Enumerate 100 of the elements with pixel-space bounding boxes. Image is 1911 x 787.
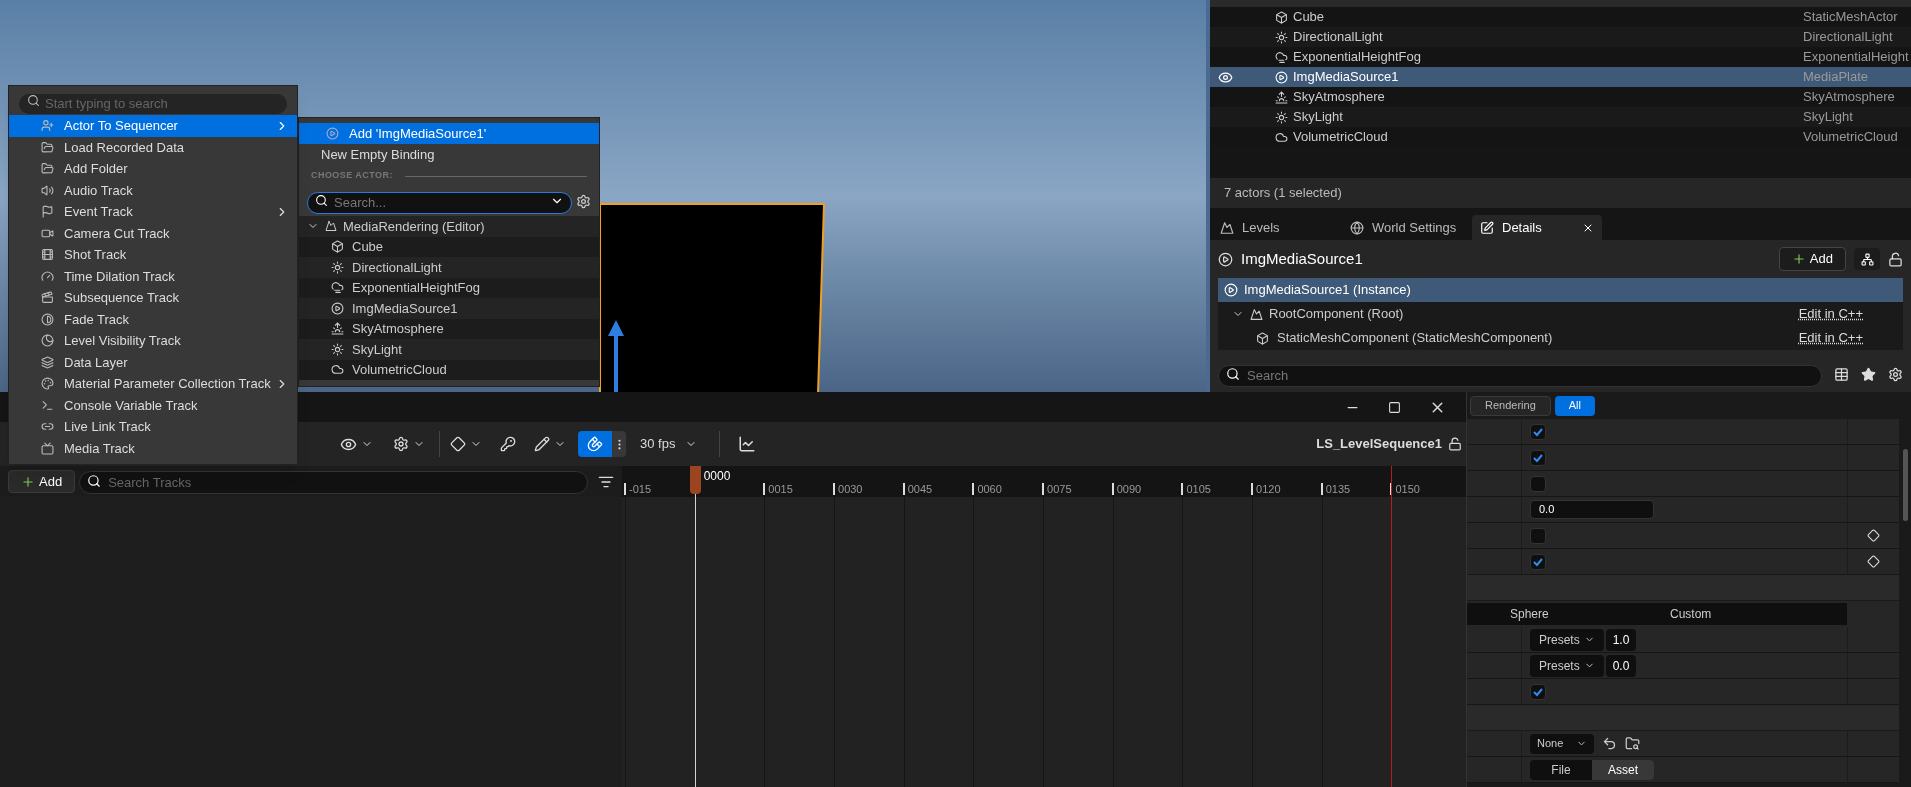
maximize-icon[interactable] <box>1388 400 1401 414</box>
tick-label: 0075 <box>1042 483 1072 495</box>
segment-option[interactable]: File <box>1530 759 1592 780</box>
search-field[interactable]: Search... <box>307 191 572 214</box>
visibility-icon[interactable] <box>1218 69 1233 85</box>
menu-item[interactable]: Console Variable Track <box>9 394 297 416</box>
number-field[interactable]: 0.0 <box>1605 654 1637 677</box>
snap-button[interactable] <box>578 431 612 457</box>
filter-button[interactable]: Rendering <box>1470 395 1551 416</box>
levels-icon <box>1220 220 1234 235</box>
checkbox[interactable] <box>1530 553 1546 570</box>
menu-item[interactable]: Actor To Sequencer <box>9 115 297 137</box>
blueprint-button[interactable] <box>1854 248 1880 270</box>
segment-option[interactable]: Asset <box>1592 759 1654 780</box>
tree-item[interactable]: ImgMediaSource1 <box>299 298 599 319</box>
menu-item[interactable]: Camera Cut Track <box>9 222 297 244</box>
tree-item[interactable]: DirectionalLight <box>299 257 599 278</box>
edit-in-cpp-link[interactable]: Edit in C++ <box>1798 328 1863 348</box>
menu-item[interactable]: New Empty Binding <box>299 144 599 165</box>
menu-item[interactable]: Fade Track <box>9 308 297 330</box>
filter-button[interactable]: All <box>1554 395 1595 416</box>
outliner-row[interactable]: DirectionalLight DirectionalLight <box>1210 27 1911 47</box>
menu-item[interactable]: Add 'ImgMediaSource1' <box>299 123 599 144</box>
number-field[interactable]: 1.0 <box>1605 628 1637 651</box>
outliner-row[interactable]: SkyLight SkyLight <box>1210 107 1911 127</box>
column-header: Custom <box>1670 606 1712 623</box>
table-icon[interactable] <box>1834 366 1849 382</box>
track-icon <box>41 291 54 305</box>
asset-dropdown[interactable]: None <box>1530 733 1594 754</box>
outliner-row[interactable]: ImgMediaSource1 MediaPlate <box>1210 67 1911 87</box>
component-row[interactable]: StaticMeshComponent (StaticMeshComponent) Edit in C++ <box>1218 326 1903 350</box>
sun-icon <box>1275 30 1288 44</box>
settings-icon[interactable] <box>576 193 591 209</box>
fps-dropdown[interactable]: 30 fps <box>636 431 702 457</box>
menu-item[interactable]: Load Recorded Data <box>9 136 297 158</box>
checkbox[interactable] <box>1530 449 1546 466</box>
menu-item[interactable]: Data Layer <box>9 351 297 373</box>
key-icon[interactable] <box>500 436 516 452</box>
track-icon <box>41 119 54 133</box>
playhead-handle[interactable] <box>689 466 701 494</box>
number-field[interactable]: 0.0 <box>1530 500 1654 519</box>
keyframe-icon[interactable] <box>450 436 466 452</box>
lock-icon[interactable] <box>1448 437 1462 451</box>
search-icon <box>1226 367 1240 381</box>
menu-item[interactable]: Add Folder <box>9 158 297 180</box>
panel-tab[interactable]: World Settings <box>1342 215 1472 240</box>
menu-item[interactable]: Event Track <box>9 201 297 223</box>
menu-item[interactable]: Subsequence Track <box>9 287 297 309</box>
search-icon <box>315 194 328 207</box>
menu-item[interactable]: Shot Track <box>9 244 297 266</box>
tree-item[interactable]: SkyLight <box>299 339 599 360</box>
menu-item[interactable]: Material Parameter Collection Track <box>9 373 297 395</box>
search-icon <box>87 474 102 488</box>
panel-tab[interactable]: Details <box>1472 215 1602 240</box>
lock-icon[interactable] <box>1888 251 1903 267</box>
checkbox[interactable] <box>1530 423 1546 440</box>
search-field[interactable]: Search <box>1218 364 1822 387</box>
menu-item[interactable]: Audio Track <box>9 179 297 201</box>
browse-icon[interactable] <box>1625 736 1640 751</box>
reset-arrow-icon[interactable] <box>1602 736 1617 751</box>
add-component-button[interactable]: Add <box>1778 247 1846 271</box>
menu-item[interactable]: Live Link Track <box>9 416 297 438</box>
component-row[interactable]: ImgMediaSource1 (Instance) <box>1218 278 1903 302</box>
actor-type: SkyAtmosphere <box>1803 88 1896 107</box>
presets-dropdown[interactable]: Presets <box>1530 628 1604 651</box>
more-button[interactable] <box>612 431 626 457</box>
media-icon <box>1218 251 1233 267</box>
edit-in-cpp-link[interactable]: Edit in C++ <box>1798 304 1863 324</box>
checkbox[interactable] <box>1530 475 1546 492</box>
actor-name: Cube <box>1293 8 1326 27</box>
curve-editor-icon[interactable] <box>738 435 757 453</box>
search-field[interactable]: Start typing to search <box>19 93 287 114</box>
keyframe-icon[interactable] <box>1867 529 1880 542</box>
tree-item[interactable]: MediaRendering (Editor) <box>299 216 599 237</box>
pencil-icon[interactable] <box>534 436 550 452</box>
track-icon <box>41 312 54 326</box>
menu-item[interactable]: Media Track <box>9 437 297 459</box>
actor-type: ExponentialHeight <box>1803 48 1910 67</box>
menu-item[interactable]: Time Dilation Track <box>9 265 297 287</box>
root-component-icon <box>1250 307 1263 321</box>
panel-tab[interactable]: Levels <box>1212 215 1342 240</box>
tick-label: 0090 <box>1111 483 1142 495</box>
cube-icon <box>1256 331 1269 345</box>
component-row[interactable]: RootComponent (Root) Edit in C++ <box>1218 302 1903 326</box>
tick-label: 0105 <box>1181 483 1211 495</box>
add-track-button[interactable]: Add <box>8 470 76 493</box>
presets-dropdown[interactable]: Presets <box>1530 654 1604 677</box>
settings-icon[interactable] <box>1888 366 1903 382</box>
checkbox[interactable] <box>1530 527 1546 544</box>
level-icon <box>325 220 337 233</box>
section-label: CHOOSE ACTOR: <box>311 169 393 183</box>
search-field[interactable]: Search Tracks <box>79 471 588 494</box>
actor-name: ExponentialHeightFog <box>1293 48 1422 67</box>
keyframe-icon[interactable] <box>1867 555 1880 568</box>
menu-item[interactable]: Level Visibility Track <box>9 330 297 352</box>
scrollbar-thumb[interactable] <box>1902 449 1908 521</box>
track-icon <box>41 398 54 412</box>
checkbox[interactable] <box>1530 683 1546 700</box>
actor-name: SkyAtmosphere <box>1293 88 1386 107</box>
star-icon[interactable] <box>1861 366 1876 382</box>
